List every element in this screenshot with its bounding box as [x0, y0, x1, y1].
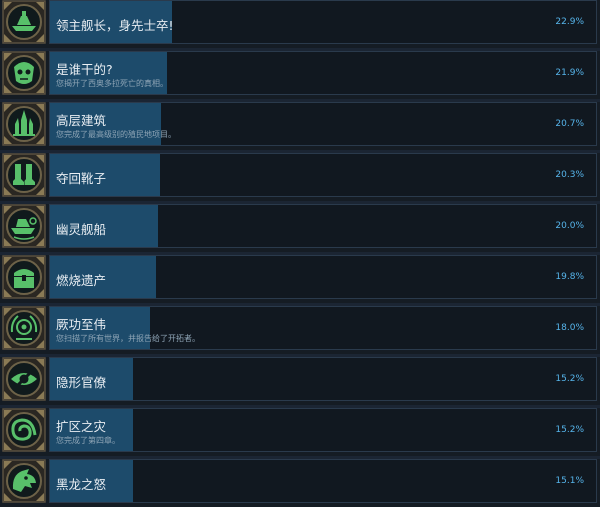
achievement-panel: 燃烧遗产 19.8% — [49, 255, 597, 299]
unlock-percentage: 19.8% — [555, 272, 584, 282]
achievement-title: 扩区之灾 — [56, 419, 107, 434]
achievement-title: 黑龙之怒 — [56, 477, 107, 492]
unlock-percentage: 20.3% — [555, 170, 584, 180]
achievement-panel: 领主舰长，身先士卒! 22.9% — [49, 0, 597, 44]
unlock-percentage: 20.7% — [555, 119, 584, 129]
achievement-description: 您扫描了所有世界，并报告给了开拓者。 — [56, 334, 200, 343]
vortex-wave-icon — [2, 408, 46, 452]
unlock-percentage: 15.2% — [555, 374, 584, 384]
unlock-percentage: 15.1% — [555, 476, 584, 486]
achievement-list: 领主舰长，身先士卒! 22.9% 是谁干的? 您揭开了西奥多拉死亡的真相。 21… — [0, 0, 600, 507]
chest-icon — [2, 255, 46, 299]
achievement-title: 是谁干的? — [56, 62, 113, 77]
dragon-head-icon — [2, 459, 46, 503]
achievement-row[interactable]: 领主舰长，身先士卒! 22.9% — [0, 0, 600, 48]
achievement-panel: 扩区之灾 您完成了第四章。 15.2% — [49, 408, 597, 452]
achievement-row[interactable]: 幽灵舰船 20.0% — [0, 204, 600, 252]
achievement-description: 您揭开了西奥多拉死亡的真相。 — [56, 79, 168, 88]
achievement-row[interactable]: 黑龙之怒 15.1% — [0, 459, 600, 507]
achievement-panel: 夺回靴子 20.3% — [49, 153, 597, 197]
achievement-row[interactable]: 是谁干的? 您揭开了西奥多拉死亡的真相。 21.9% — [0, 51, 600, 99]
unlock-percentage: 15.2% — [555, 425, 584, 435]
skull-face-icon — [2, 51, 46, 95]
achievement-description: 您完成了最高级别的殖民地项目。 — [56, 130, 176, 139]
achievement-title: 燃烧遗产 — [56, 273, 107, 288]
scanner-wreath-icon — [2, 306, 46, 350]
spire-city-icon — [2, 102, 46, 146]
achievement-title: 幽灵舰船 — [56, 222, 107, 237]
unlock-percentage: 22.9% — [555, 17, 584, 27]
unlock-percentage: 21.9% — [555, 68, 584, 78]
unlock-percentage: 20.0% — [555, 221, 584, 231]
achievement-panel: 黑龙之怒 15.1% — [49, 459, 597, 503]
ghost-ship-icon — [2, 204, 46, 248]
achievement-panel: 高层建筑 您完成了最高级别的殖民地项目。 20.7% — [49, 102, 597, 146]
achievement-panel: 幽灵舰船 20.0% — [49, 204, 597, 248]
achievement-row[interactable]: 燃烧遗产 19.8% — [0, 255, 600, 303]
boots-icon — [2, 153, 46, 197]
hidden-eye-icon — [2, 357, 46, 401]
achievement-title: 领主舰长，身先士卒! — [56, 18, 174, 33]
achievement-row[interactable]: 厥功至伟 您扫描了所有世界，并报告给了开拓者。 18.0% — [0, 306, 600, 354]
achievement-panel: 隐形官僚 15.2% — [49, 357, 597, 401]
achievement-row[interactable]: 高层建筑 您完成了最高级别的殖民地项目。 20.7% — [0, 102, 600, 150]
achievement-panel: 是谁干的? 您揭开了西奥多拉死亡的真相。 21.9% — [49, 51, 597, 95]
unlock-percentage: 18.0% — [555, 323, 584, 333]
achievement-row[interactable]: 隐形官僚 15.2% — [0, 357, 600, 405]
achievement-panel: 厥功至伟 您扫描了所有世界，并报告给了开拓者。 18.0% — [49, 306, 597, 350]
achievement-title: 夺回靴子 — [56, 171, 107, 186]
achievement-row[interactable]: 夺回靴子 20.3% — [0, 153, 600, 201]
achievement-title: 厥功至伟 — [56, 317, 107, 332]
armored-ship-icon — [2, 0, 46, 44]
achievement-description: 您完成了第四章。 — [56, 436, 120, 445]
achievement-row[interactable]: 扩区之灾 您完成了第四章。 15.2% — [0, 408, 600, 456]
achievement-title: 高层建筑 — [56, 113, 107, 128]
achievement-title: 隐形官僚 — [56, 375, 107, 390]
